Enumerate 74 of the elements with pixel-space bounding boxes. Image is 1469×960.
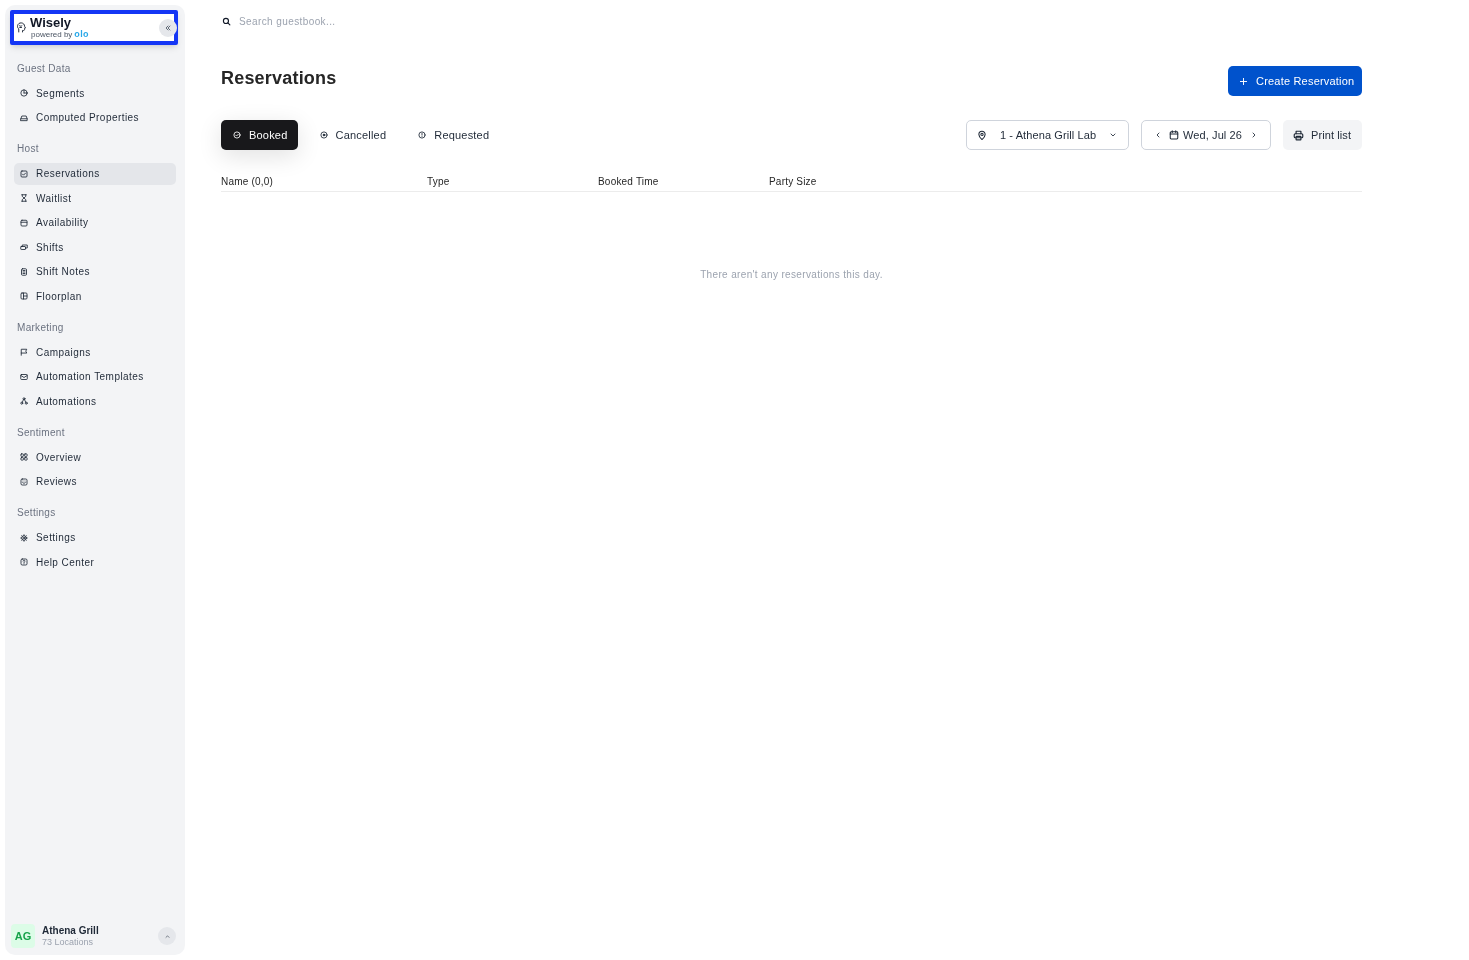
chevron-right-icon (1250, 131, 1258, 139)
plus-icon (1239, 76, 1248, 86)
partner-logo: olo (74, 30, 89, 39)
help-icon (20, 558, 28, 566)
sidebar-item[interactable]: Segments (14, 82, 176, 104)
calendar-icon (1169, 130, 1179, 140)
column-header: Type (427, 175, 450, 189)
avatar-initials: AG (11, 924, 35, 948)
section-label: Host (17, 142, 39, 156)
note-icon (20, 267, 28, 276)
status-tab[interactable]: Cancelled (307, 120, 397, 150)
pie-chart-icon (20, 89, 28, 97)
alert-circle-icon (418, 131, 427, 139)
sidebar-item[interactable]: Availability (14, 211, 176, 234)
hourglass-icon (20, 194, 28, 202)
sidebar-item[interactable]: Floorplan (14, 285, 176, 307)
print-list-button[interactable]: Print list (1283, 120, 1362, 150)
envelope-icon (20, 372, 28, 381)
sidebar-item[interactable]: Shift Notes (14, 260, 176, 283)
sidebar-item[interactable]: Help Center (14, 551, 176, 573)
sidebar-item[interactable]: Settings (14, 526, 176, 549)
check-circle-icon (233, 131, 241, 139)
flag-icon (20, 348, 28, 356)
smile-icon (20, 477, 28, 486)
next-day-button[interactable] (1250, 131, 1258, 139)
section-label: Sentiment (17, 425, 65, 440)
nodes-icon (20, 397, 28, 405)
section-label: Marketing (17, 320, 64, 335)
sidebar-item[interactable]: Campaigns (14, 341, 176, 363)
column-header: Party Size (769, 175, 817, 189)
calendar-icon (20, 218, 28, 227)
date-picker[interactable]: Wed, Jul 26 (1141, 120, 1271, 150)
map-pin-icon (977, 129, 987, 141)
head-logo-icon (16, 20, 27, 35)
status-tab[interactable]: Requested (406, 120, 500, 150)
brand-header[interactable]: Wisely powered by olo (10, 10, 178, 45)
column-header: Booked Time (598, 175, 659, 189)
sidebar-item[interactable]: Overview (14, 446, 176, 468)
dot-circle-icon (319, 131, 328, 139)
section-label: Guest Data (17, 61, 71, 76)
date-button[interactable]: Wed, Jul 26 (1169, 126, 1242, 144)
sidebar-item[interactable]: Reviews (14, 470, 176, 493)
chevrons-left-icon (164, 23, 172, 32)
column-header: Name (0,0) (221, 175, 273, 189)
empty-state-message: There aren't any reservations this day. (700, 268, 883, 282)
stacked-cards-icon (20, 243, 28, 251)
layout-icon (20, 292, 28, 300)
previous-day-button[interactable] (1154, 131, 1162, 139)
brand-name: Wisely (30, 16, 73, 30)
sidebar-item[interactable]: Waitlist (14, 187, 176, 209)
search-icon (222, 16, 231, 26)
sidebar-item[interactable]: Automation Templates (14, 365, 176, 388)
grid-icon (20, 453, 28, 461)
printer-icon (1293, 129, 1304, 141)
page-title: Reservations (221, 67, 337, 89)
create-reservation-button[interactable]: Create Reservation (1228, 66, 1362, 96)
location-dropdown[interactable]: 1 - Athena Grill Lab (966, 120, 1129, 150)
status-tab[interactable]: Booked (221, 120, 298, 150)
drive-icon (20, 113, 28, 122)
settings-icon (20, 533, 28, 542)
chevron-down-icon (1109, 131, 1117, 139)
checkbox-icon (20, 169, 28, 178)
account-subtitle: 73 Locations (42, 936, 95, 948)
sidebar-item[interactable]: Reservations (14, 162, 176, 185)
account-name: Athena Grill (42, 924, 99, 937)
collapse-button[interactable] (159, 18, 177, 37)
section-label: Settings (17, 506, 56, 520)
chevron-left-icon (1154, 131, 1162, 139)
chevron-up-icon (163, 932, 171, 940)
brand-tagline: powered by (31, 30, 73, 39)
sidebar-item[interactable]: Computed Properties (14, 106, 176, 129)
sidebar-item[interactable]: Shifts (14, 236, 176, 258)
sidebar-item[interactable]: Automations (14, 390, 176, 412)
search-field[interactable]: Search guestbook... (239, 13, 539, 29)
